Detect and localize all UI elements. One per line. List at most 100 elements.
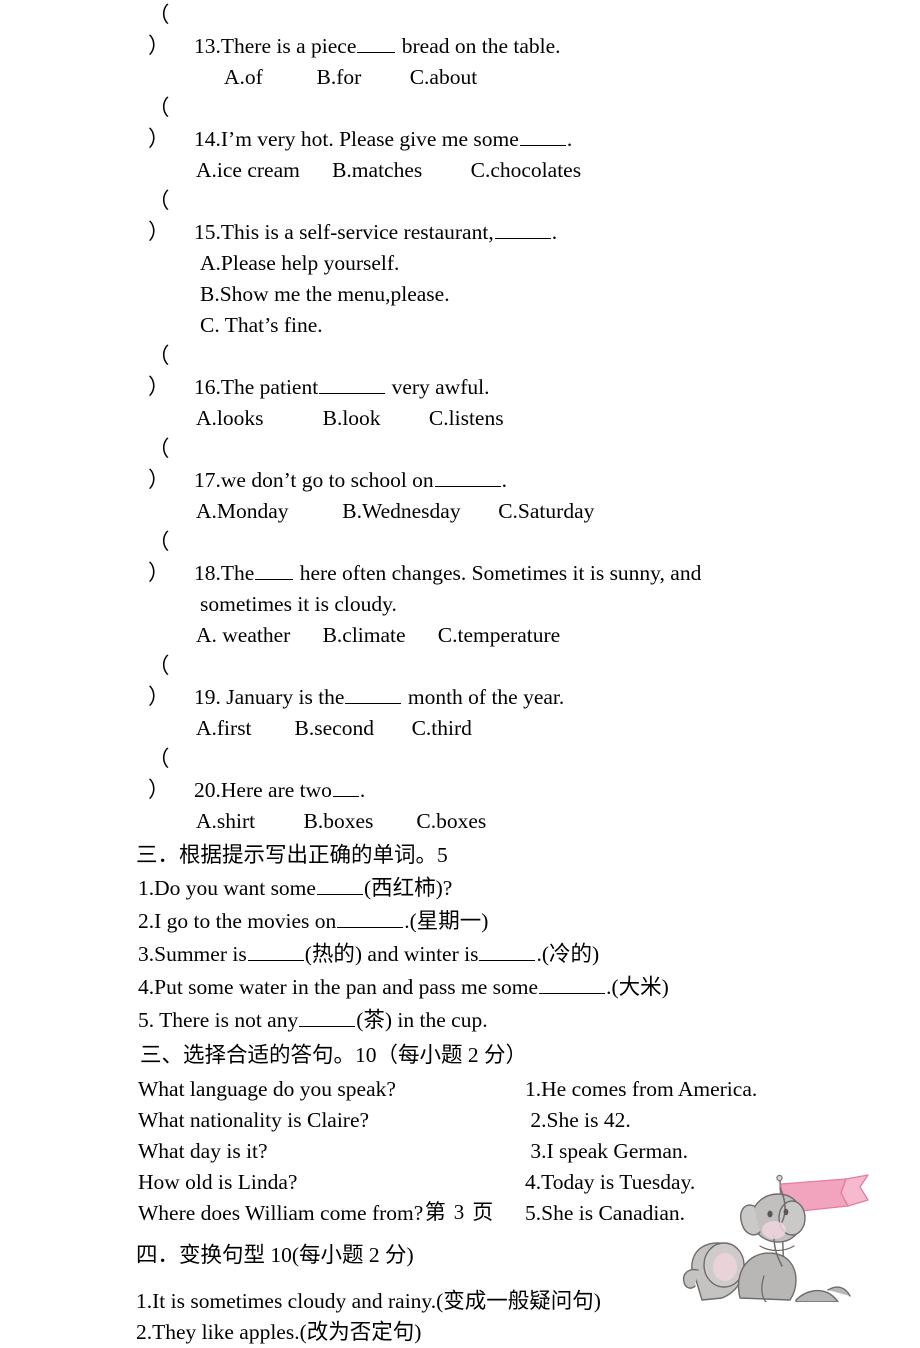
matching-answer[interactable]: 4.Today is Tuesday. bbox=[525, 1167, 695, 1198]
option-row[interactable]: A. weather B.climate C.temperature bbox=[0, 620, 920, 651]
question-stem-before: There is a piece bbox=[220, 34, 357, 58]
matching-answer[interactable]: 3.I speak German. bbox=[525, 1136, 688, 1167]
fill-blank[interactable] bbox=[479, 941, 536, 961]
mcq-question-19: （ ） 19. January is the month of the year.… bbox=[0, 651, 920, 744]
fill-item-suffix: .(大米) bbox=[606, 975, 669, 999]
question-line: （ ） 13.There is a piece bread on the tabl… bbox=[0, 0, 920, 62]
matching-row: What nationality is Claire? 2.She is 42. bbox=[0, 1105, 920, 1136]
fill-item-suffix: .(星期一) bbox=[404, 909, 489, 933]
question-stem-after: bread on the table. bbox=[396, 34, 561, 58]
footer-prefix: 第 bbox=[424, 1200, 448, 1224]
question-line: （ ） 14.I’m very hot. Please give me some. bbox=[0, 93, 920, 155]
fill-blank[interactable] bbox=[255, 560, 294, 580]
question-number: 16. bbox=[194, 375, 221, 399]
answer-paren-box[interactable]: （ ） bbox=[148, 93, 194, 155]
question-stem-before: The patient bbox=[220, 375, 319, 399]
option-row[interactable]: A.Please help yourself. bbox=[0, 248, 920, 279]
transform-item[interactable]: 2.They like apples.(改为否定句) bbox=[0, 1317, 920, 1348]
fill-item-prefix: 3.Summer is bbox=[138, 942, 247, 966]
section-heading-transform: 四．变换句型 10(每小题 2 分) bbox=[136, 1243, 414, 1267]
question-stem-after: . bbox=[359, 778, 366, 802]
option-row[interactable]: A.ice cream B.matches C.chocolates bbox=[0, 155, 920, 186]
fill-item-mid: (热的) and winter is bbox=[304, 942, 479, 966]
matching-question[interactable]: How old is Linda? bbox=[138, 1170, 297, 1194]
question-continuation: sometimes it is cloudy. bbox=[200, 592, 397, 616]
fill-blank[interactable] bbox=[337, 908, 404, 928]
fill-item: 2.I go to the movies on .(星期一) bbox=[0, 905, 920, 938]
question-stem-before: we don’t go to school on bbox=[220, 468, 434, 492]
mcq-question-16: （ ） 16.The patient very awful. A.looks B.… bbox=[0, 341, 920, 434]
fill-item-suffix: (茶) in the cup. bbox=[356, 1008, 488, 1032]
question-line: （ ） 15.This is a self-service restaurant,… bbox=[0, 186, 920, 248]
matching-answer[interactable]: 1.He comes from America. bbox=[525, 1074, 757, 1105]
fill-blank[interactable] bbox=[494, 219, 551, 239]
fill-item-prefix: 2.I go to the movies on bbox=[138, 909, 337, 933]
fill-blank[interactable] bbox=[434, 467, 501, 487]
fill-item-prefix: 4.Put some water in the pan and pass me … bbox=[138, 975, 539, 999]
mcq-question-17: （ ） 17.we don’t go to school on. A.Monday… bbox=[0, 434, 920, 527]
matching-row: How old is Linda? 4.Today is Tuesday. bbox=[0, 1167, 920, 1198]
question-number: 17. bbox=[194, 468, 221, 492]
fill-item-prefix: 5. There is not any bbox=[138, 1008, 299, 1032]
question-line: （ ） 16.The patient very awful. bbox=[0, 341, 920, 403]
question-number: 13. bbox=[194, 34, 221, 58]
option-row[interactable]: A.first B.second C.third bbox=[0, 713, 920, 744]
question-stem-after: . bbox=[501, 468, 508, 492]
question-stem-after: month of the year. bbox=[402, 685, 565, 709]
question-number: 19. bbox=[194, 685, 221, 709]
mcq-question-20: （ ） 20.Here are two. A.shirt B.boxes C.bo… bbox=[0, 744, 920, 837]
fill-item-suffix: .(冷的) bbox=[536, 942, 600, 966]
fill-blank[interactable] bbox=[299, 1007, 356, 1027]
fill-blank[interactable] bbox=[357, 33, 396, 53]
question-number: 14. bbox=[194, 127, 221, 151]
question-stem-after: . bbox=[551, 220, 558, 244]
fill-item-prefix: 1.Do you want some bbox=[138, 876, 316, 900]
footer-suffix: 页 bbox=[472, 1200, 496, 1224]
matching-question[interactable]: What nationality is Claire? bbox=[138, 1108, 369, 1132]
matching-answer[interactable]: 2.She is 42. bbox=[525, 1105, 630, 1136]
answer-paren-box[interactable]: （ ） bbox=[148, 0, 194, 62]
answer-paren-box[interactable]: （ ） bbox=[148, 651, 194, 713]
option-row[interactable]: B.Show me the menu,please. bbox=[0, 279, 920, 310]
question-number: 15. bbox=[194, 220, 221, 244]
page-footer: 第3页 bbox=[0, 1196, 920, 1226]
answer-paren-box[interactable]: （ ） bbox=[148, 744, 194, 806]
fill-blank[interactable] bbox=[539, 974, 606, 994]
option-row[interactable]: C. That’s fine. bbox=[0, 310, 920, 341]
fill-blank[interactable] bbox=[247, 941, 304, 961]
option-row[interactable]: A.looks B.look C.listens bbox=[0, 403, 920, 434]
question-stem-before: Here are two bbox=[220, 778, 332, 802]
option-row[interactable]: A.Monday B.Wednesday C.Saturday bbox=[0, 496, 920, 527]
question-stem-before: This is a self-service restaurant, bbox=[220, 220, 494, 244]
fill-item: 3.Summer is (热的) and winter is .(冷的) bbox=[0, 938, 920, 971]
fill-blank[interactable] bbox=[345, 684, 402, 704]
fill-blank[interactable] bbox=[519, 126, 566, 146]
matching-question[interactable]: What day is it? bbox=[138, 1139, 268, 1163]
answer-paren-box[interactable]: （ ） bbox=[148, 341, 194, 403]
answer-paren-box[interactable]: （ ） bbox=[148, 186, 194, 248]
worksheet-page: （ ） 13.There is a piece bread on the tabl… bbox=[0, 0, 920, 1344]
fill-item-suffix: (西红柿)? bbox=[363, 876, 453, 900]
fill-item: 5. There is not any (茶) in the cup. bbox=[0, 1004, 920, 1037]
question-stem-after: very awful. bbox=[386, 375, 490, 399]
fill-item: 4.Put some water in the pan and pass me … bbox=[0, 971, 920, 1004]
answer-paren-box[interactable]: （ ） bbox=[148, 434, 194, 496]
answer-paren-box[interactable]: （ ） bbox=[148, 527, 194, 589]
option-row[interactable]: A.shirt B.boxes C.boxes bbox=[0, 806, 920, 837]
matching-row: What language do you speak? 1.He comes fr… bbox=[0, 1074, 920, 1105]
option-row[interactable]: A.of B.for C.about bbox=[0, 62, 920, 93]
question-line: （ ） 19. January is the month of the year. bbox=[0, 651, 920, 713]
mcq-question-14: （ ） 14.I’m very hot. Please give me some.… bbox=[0, 93, 920, 186]
question-stem-before: I’m very hot. Please give me some bbox=[220, 127, 519, 151]
section-heading-words: 三．根据提示写出正确的单词。5 bbox=[136, 843, 448, 867]
matching-question[interactable]: What language do you speak? bbox=[138, 1077, 396, 1101]
page-number: 3 bbox=[453, 1200, 467, 1224]
question-stem-before: January is the bbox=[220, 685, 345, 709]
question-line: （ ） 18.The here often changes. Sometimes … bbox=[0, 527, 920, 620]
fill-blank[interactable] bbox=[316, 875, 363, 895]
question-number: 18. bbox=[194, 561, 221, 585]
matching-row: What day is it? 3.I speak German. bbox=[0, 1136, 920, 1167]
fill-blank[interactable] bbox=[319, 374, 386, 394]
fill-blank[interactable] bbox=[332, 777, 359, 797]
